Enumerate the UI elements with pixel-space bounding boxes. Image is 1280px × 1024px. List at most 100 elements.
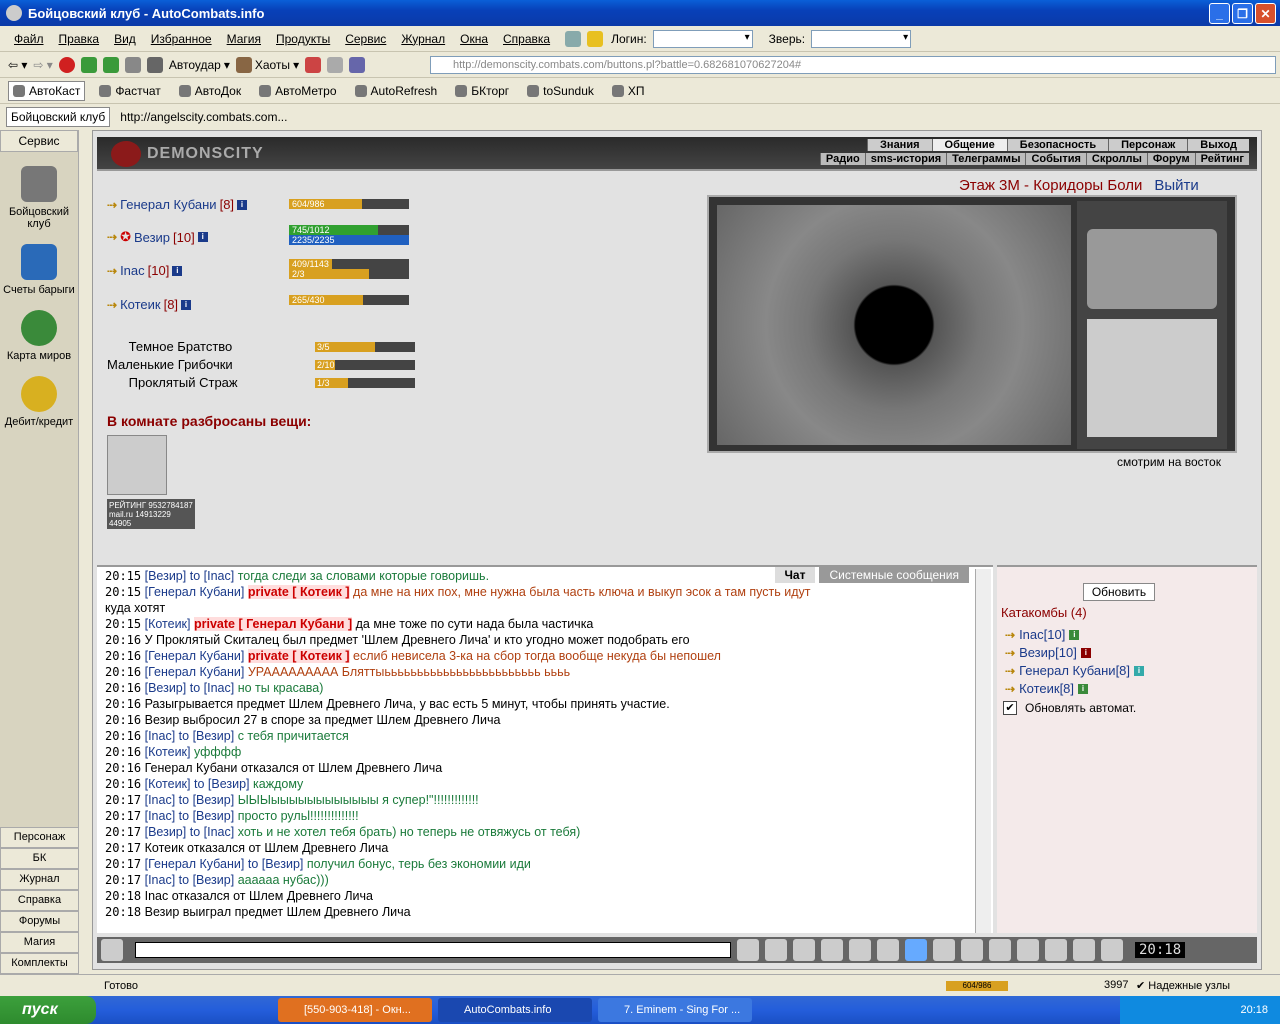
auto-refresh-checkbox[interactable]: ✔ bbox=[1003, 701, 1017, 715]
chat-time[interactable]: 20:15 bbox=[105, 585, 141, 599]
menu-file[interactable]: Файл bbox=[14, 32, 44, 46]
sidebar-item-worldmap[interactable]: Карта миров bbox=[0, 310, 78, 362]
bookmark-bktorg[interactable]: БКторг bbox=[451, 82, 513, 100]
chat-time[interactable]: 20:17 bbox=[105, 857, 141, 871]
tab-angelscity[interactable]: http://angelscity.combats.com... bbox=[120, 110, 287, 124]
address-bar[interactable]: http://demonscity.combats.com/buttons.pl… bbox=[430, 56, 1276, 74]
rtb-icon[interactable] bbox=[565, 30, 582, 47]
nav-radio[interactable]: Радио bbox=[819, 153, 865, 165]
sidebar-btn-forums[interactable]: Форумы bbox=[0, 911, 79, 932]
chat-time[interactable]: 20:16 bbox=[105, 633, 141, 647]
chat-input[interactable] bbox=[135, 942, 731, 958]
chat-time[interactable]: 20:16 bbox=[105, 665, 141, 679]
chat-time[interactable]: 20:16 bbox=[105, 713, 141, 727]
bulb-icon[interactable] bbox=[587, 30, 604, 47]
task-item[interactable]: AutoCombats.info bbox=[438, 998, 592, 1022]
back-button[interactable]: ⇦ ▾ bbox=[8, 58, 27, 72]
filter-icon[interactable] bbox=[793, 939, 815, 961]
nav-security[interactable]: Безопасность bbox=[1006, 139, 1108, 151]
bookmark-autodoc[interactable]: АвтоДок bbox=[175, 82, 245, 100]
sidebar-header[interactable]: Сервис bbox=[0, 130, 78, 152]
send-icon[interactable] bbox=[737, 939, 759, 961]
task-item[interactable]: [550-903-418] - Окн... bbox=[278, 998, 432, 1022]
stop-icon[interactable] bbox=[58, 56, 75, 73]
nav-telegrams[interactable]: Телеграммы bbox=[946, 153, 1025, 165]
nav-scrolls[interactable]: Скроллы bbox=[1085, 153, 1147, 165]
compass-icon[interactable] bbox=[1087, 229, 1217, 309]
menu-edit[interactable]: Правка bbox=[59, 32, 100, 46]
bookmark-fastchat[interactable]: Фастчат bbox=[95, 82, 164, 100]
bookmark-autometro[interactable]: АвтоМетро bbox=[255, 82, 340, 100]
house-icon[interactable] bbox=[1073, 939, 1095, 961]
beast-combo[interactable] bbox=[811, 29, 912, 48]
chat-time[interactable]: 20:17 bbox=[105, 873, 141, 887]
chat-time[interactable]: 20:17 bbox=[105, 841, 141, 855]
chat-time[interactable]: 20:16 bbox=[105, 745, 141, 759]
chat-time[interactable]: 20:15 bbox=[105, 617, 141, 631]
chat-time[interactable]: 20:17 bbox=[105, 793, 141, 807]
tools-icon[interactable] bbox=[146, 56, 163, 73]
login-combo[interactable] bbox=[652, 29, 753, 48]
sidebar-btn-character[interactable]: Персонаж bbox=[0, 827, 79, 848]
mailru-counter[interactable]: РЕЙТИНГ 9532784187 mail.ru 14913229 4490… bbox=[107, 499, 195, 529]
info-icon[interactable]: i bbox=[197, 232, 208, 242]
sidebar-btn-sets[interactable]: Комплекты bbox=[0, 953, 79, 974]
sidebar-item-accounts[interactable]: Счеты барыги bbox=[0, 244, 78, 296]
player-name[interactable]: Inac bbox=[120, 263, 145, 278]
haoty-button[interactable]: Хаоты ▾ bbox=[235, 56, 299, 73]
bookmark-hp[interactable]: ХП bbox=[608, 82, 649, 100]
auto-refresh[interactable]: ✔ Обновлять автомат. bbox=[1003, 701, 1136, 715]
info-icon[interactable]: i bbox=[181, 299, 192, 310]
corridor-view[interactable] bbox=[717, 205, 1071, 445]
effects-icon[interactable] bbox=[1045, 939, 1067, 961]
magic-icon[interactable] bbox=[1017, 939, 1039, 961]
chat-time[interactable]: 20:16 bbox=[105, 729, 141, 743]
player-name[interactable]: Везир bbox=[134, 230, 170, 245]
online-player[interactable]: ⇢ Генерал Кубани[8] i bbox=[1005, 663, 1145, 678]
bookmark-autorefresh[interactable]: AutoRefresh bbox=[351, 82, 442, 100]
tab-fightclub[interactable]: Бойцовский клуб bbox=[6, 107, 111, 127]
nav-knowledge[interactable]: Знания bbox=[867, 139, 931, 151]
online-player[interactable]: ⇢ Везир[10] i bbox=[1005, 645, 1091, 660]
player-name[interactable]: Генерал Кубани bbox=[120, 197, 217, 212]
nav-communication[interactable]: Общение bbox=[931, 139, 1007, 151]
sound-icon[interactable] bbox=[327, 56, 344, 73]
chat-time[interactable]: 20:16 bbox=[105, 697, 141, 711]
eye-icon[interactable] bbox=[305, 56, 322, 73]
menu-magic[interactable]: Магия bbox=[227, 32, 261, 46]
menu-products[interactable]: Продукты bbox=[276, 32, 330, 46]
task-item[interactable]: 7. Eminem - Sing For ... bbox=[598, 998, 752, 1022]
tab-system-messages[interactable]: Системные сообщения bbox=[819, 567, 969, 583]
sidebar-item-debit[interactable]: Дебит/кредит bbox=[0, 376, 78, 428]
nav-forum[interactable]: Форум bbox=[1146, 153, 1195, 165]
forward-button[interactable]: ⇨ ▾ bbox=[33, 58, 52, 72]
menu-view[interactable]: Вид bbox=[114, 32, 136, 46]
sidebar-btn-help[interactable]: Справка bbox=[0, 890, 79, 911]
chat-time[interactable]: 20:15 bbox=[105, 569, 141, 583]
online-player[interactable]: ⇢ Котеик[8] i bbox=[1005, 681, 1089, 696]
smile-icon[interactable] bbox=[933, 939, 955, 961]
online-player[interactable]: ⇢ Inac[10] i bbox=[1005, 627, 1080, 642]
refresh-button[interactable]: Обновить bbox=[1083, 583, 1155, 601]
refresh2-icon[interactable] bbox=[102, 56, 119, 73]
sidebar-btn-journal[interactable]: Журнал bbox=[0, 869, 79, 890]
tab-chat[interactable]: Чат bbox=[774, 567, 816, 583]
chat-time[interactable]: 20:16 bbox=[105, 649, 141, 663]
helmet-item-icon[interactable] bbox=[107, 435, 167, 495]
sidebar-item-fightclub[interactable]: Бойцовский клуб bbox=[0, 166, 78, 230]
info-icon[interactable]: i bbox=[172, 265, 183, 276]
chat-scrollbar[interactable] bbox=[975, 569, 991, 933]
exit-link[interactable]: Выйти bbox=[1154, 177, 1198, 194]
filter-icon[interactable] bbox=[349, 56, 366, 73]
nav-events[interactable]: События bbox=[1025, 153, 1085, 165]
chat-time[interactable]: 20:18 bbox=[105, 905, 141, 919]
maximize-button[interactable]: ❐ bbox=[1232, 3, 1253, 24]
chat-menu-icon[interactable] bbox=[101, 939, 123, 961]
chat-time[interactable]: 20:16 bbox=[105, 681, 141, 695]
minimize-button[interactable]: _ bbox=[1209, 3, 1230, 24]
save-icon[interactable] bbox=[821, 939, 843, 961]
sidebar-btn-bk[interactable]: БК bbox=[0, 848, 79, 869]
menu-journal[interactable]: Журнал bbox=[401, 32, 445, 46]
chat-time[interactable]: 20:16 bbox=[105, 777, 141, 791]
home-icon[interactable] bbox=[124, 56, 141, 73]
